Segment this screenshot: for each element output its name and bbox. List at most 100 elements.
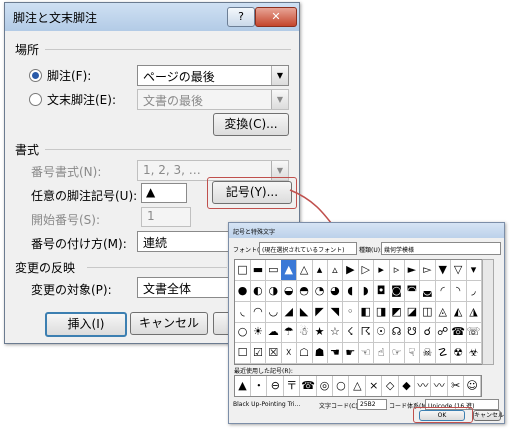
symbol-cell[interactable]: □ <box>235 260 251 281</box>
symbol-cell[interactable]: ☠ <box>419 343 436 365</box>
recent-symbol-cell[interactable]: ⊖ <box>268 376 284 396</box>
symbol-cell[interactable]: ► <box>404 260 421 281</box>
ok-button[interactable]: OK <box>419 410 465 421</box>
symbol-cell[interactable]: ▻ <box>419 260 436 281</box>
symbol-cell[interactable]: ▶ <box>342 260 359 281</box>
char-code-input[interactable]: 25B2 <box>357 399 387 410</box>
symbol-cell[interactable]: ▾ <box>466 260 482 281</box>
symbol-cell[interactable]: ◤ <box>312 301 328 323</box>
symbol-cell[interactable]: ○ <box>235 322 251 344</box>
symbol-cell[interactable]: ◫ <box>419 301 436 323</box>
recent-symbol-cell[interactable]: △ <box>350 376 366 396</box>
symbol-cell[interactable]: ☇ <box>342 322 359 344</box>
symbol-cell[interactable]: ◨ <box>373 301 390 323</box>
symbol-cell[interactable]: ☖ <box>296 343 313 365</box>
recent-symbol-cell[interactable]: 〰 <box>432 376 448 396</box>
symbol-cell[interactable]: ◬ <box>435 301 452 323</box>
symbol-cell[interactable]: ☈ <box>358 322 375 344</box>
symbol-cell[interactable]: ☣ <box>466 343 482 365</box>
symbol-cell[interactable]: ◑ <box>265 280 282 302</box>
symbol-cell[interactable]: ◭ <box>450 301 467 323</box>
symbol-cancel-button[interactable]: キャンセル <box>473 410 504 421</box>
symbol-cell[interactable]: ◗ <box>358 280 375 302</box>
symbol-cell[interactable]: ◚ <box>404 280 421 302</box>
recent-symbol-cell[interactable]: ◇ <box>383 376 399 396</box>
symbol-cell[interactable]: ☊ <box>389 322 405 344</box>
symbol-cell[interactable]: ◘ <box>373 280 390 302</box>
symbol-cell[interactable]: ▲ <box>281 260 298 281</box>
symbol-cell[interactable]: ◦ <box>342 301 359 323</box>
symbol-cell[interactable]: ☑ <box>250 343 267 365</box>
recent-symbol-cell[interactable]: ◎ <box>317 376 333 396</box>
symbol-cell[interactable]: ☌ <box>419 322 436 344</box>
symbol-cell[interactable]: ◔ <box>312 280 328 302</box>
symbol-cell[interactable]: ◮ <box>466 301 482 323</box>
symbol-cell[interactable]: ☐ <box>235 343 251 365</box>
grid-scrollbar[interactable] <box>482 259 494 365</box>
symbol-cell[interactable]: ◩ <box>389 301 405 323</box>
symbol-cell[interactable]: ☉ <box>373 322 390 344</box>
recent-symbol-cell[interactable]: ☎ <box>301 376 317 396</box>
recent-symbol-cell[interactable]: × <box>366 376 383 396</box>
symbol-cell[interactable]: ☡ <box>435 343 452 365</box>
symbol-cell[interactable]: ◕ <box>327 280 344 302</box>
symbol-cell[interactable]: ★ <box>312 322 328 344</box>
symbol-cell[interactable]: ☋ <box>404 322 421 344</box>
symbol-cell[interactable]: ◪ <box>404 301 421 323</box>
symbol-dialog-title-bar[interactable]: 記号と特殊文字 <box>229 223 504 238</box>
recent-symbol-cell[interactable]: ○ <box>333 376 350 396</box>
symbol-cell[interactable]: ● <box>235 280 251 302</box>
symbol-cell[interactable]: ☂ <box>281 322 298 344</box>
recent-symbol-cell[interactable]: 〰 <box>415 376 432 396</box>
symbol-cell[interactable]: ◜ <box>435 280 452 302</box>
symbol-cell[interactable]: ◣ <box>296 301 313 323</box>
symbol-cell[interactable]: ▴ <box>312 260 328 281</box>
symbol-cell[interactable]: ◡ <box>265 301 282 323</box>
symbol-cell[interactable]: ▼ <box>435 260 452 281</box>
symbol-cell[interactable]: ◖ <box>342 280 359 302</box>
symbol-cell[interactable]: ☞ <box>389 343 405 365</box>
symbol-cell[interactable]: ◟ <box>235 301 251 323</box>
recent-symbol-cell[interactable]: ✂ <box>448 376 465 396</box>
symbol-cell[interactable]: ◧ <box>358 301 375 323</box>
symbol-cell[interactable]: ◥ <box>327 301 344 323</box>
symbol-cell[interactable]: ◞ <box>466 280 482 302</box>
recent-symbol-cell[interactable]: ◆ <box>399 376 415 396</box>
symbol-cell[interactable]: ☟ <box>404 343 421 365</box>
symbol-cell[interactable]: △ <box>296 260 313 281</box>
symbol-cell[interactable]: ☝ <box>373 343 390 365</box>
symbol-cell[interactable]: ▵ <box>327 260 344 281</box>
symbol-cell[interactable]: ▸ <box>373 260 390 281</box>
symbol-cell[interactable]: ☏ <box>466 322 482 344</box>
symbol-cell[interactable]: ◙ <box>389 280 405 302</box>
symbol-cell[interactable]: ☗ <box>312 343 328 365</box>
font-select[interactable]: (現在選択されているフォント) <box>259 242 357 255</box>
symbol-cell[interactable]: ◓ <box>296 280 313 302</box>
subset-select[interactable]: 幾何学模様 <box>381 242 501 255</box>
symbol-cell[interactable]: ☜ <box>358 343 375 365</box>
symbol-cell[interactable]: ☢ <box>450 343 467 365</box>
symbol-cell[interactable]: ☁ <box>265 322 282 344</box>
recent-symbol-cell[interactable]: ・ <box>251 376 268 396</box>
symbol-cell[interactable]: ◢ <box>281 301 298 323</box>
symbol-cell[interactable]: ☀ <box>250 322 267 344</box>
symbol-cell[interactable]: ◠ <box>250 301 267 323</box>
symbol-cell[interactable]: ◒ <box>281 280 298 302</box>
symbol-cell[interactable]: ☍ <box>435 322 452 344</box>
symbol-cell[interactable]: ◝ <box>450 280 467 302</box>
recent-symbol-cell[interactable]: 〒 <box>284 376 301 396</box>
symbol-cell[interactable]: ☚ <box>327 343 344 365</box>
symbol-cell[interactable]: ☛ <box>342 343 359 365</box>
symbol-cell[interactable]: ▽ <box>450 260 467 281</box>
symbol-cell[interactable]: ◐ <box>250 280 267 302</box>
symbol-cell[interactable]: ☒ <box>265 343 282 365</box>
symbol-cell[interactable]: ◛ <box>419 280 436 302</box>
symbol-cell[interactable]: ☆ <box>327 322 344 344</box>
symbol-cell[interactable]: ▬ <box>250 260 267 281</box>
symbol-cell[interactable]: ☎ <box>450 322 467 344</box>
recent-symbol-cell[interactable]: ▲ <box>235 376 251 396</box>
recent-symbol-cell[interactable]: ☺ <box>465 376 481 396</box>
symbol-cell[interactable]: ☓ <box>281 343 298 365</box>
symbol-cell[interactable]: ▭ <box>265 260 282 281</box>
symbol-cell[interactable]: ☃ <box>296 322 313 344</box>
